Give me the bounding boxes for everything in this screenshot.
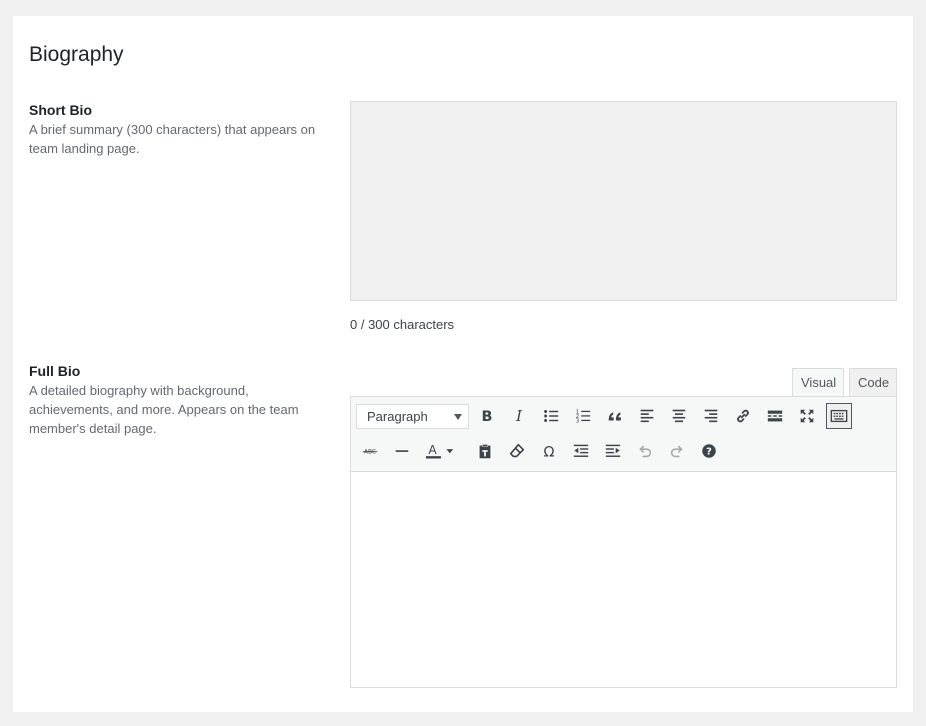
strikethrough-icon: ABC — [362, 450, 378, 456]
blockquote-button[interactable] — [602, 403, 628, 429]
align-center-icon — [672, 409, 686, 423]
svg-text:?: ? — [706, 447, 712, 458]
bold-icon: B — [482, 409, 493, 425]
full-bio-description: A detailed biography with background, ac… — [29, 383, 299, 436]
read-more-icon — [767, 410, 783, 422]
align-center-button[interactable] — [666, 403, 692, 429]
outdent-button[interactable] — [568, 438, 594, 464]
insert-link-button[interactable] — [730, 403, 756, 429]
align-left-icon — [640, 409, 654, 423]
align-right-icon — [704, 409, 718, 423]
numbered-list-button[interactable]: 1 2 3 — [570, 403, 596, 429]
clear-formatting-button[interactable] — [504, 438, 530, 464]
editor-toolbar: Paragraph B I 1 2 3 ABC A Ω ? — [351, 397, 896, 472]
horizontal-line-button[interactable] — [389, 438, 415, 464]
text-color-icon: A — [425, 443, 454, 459]
redo-button[interactable] — [664, 438, 690, 464]
strikethrough-button[interactable]: ABC — [357, 438, 383, 464]
svg-text:A: A — [428, 443, 437, 457]
svg-text:3: 3 — [576, 418, 579, 424]
format-select-value: Paragraph — [367, 409, 428, 424]
full-bio-content-area[interactable] — [351, 472, 896, 687]
bold-button[interactable]: B — [474, 403, 500, 429]
fullscreen-button[interactable] — [794, 403, 820, 429]
redo-icon — [670, 445, 683, 458]
toolbar-toggle-button[interactable] — [826, 403, 852, 429]
numbered-list-icon: 1 2 3 — [576, 409, 591, 424]
special-character-icon: Ω — [544, 444, 555, 460]
help-icon: ? — [702, 444, 716, 458]
fullscreen-icon — [800, 409, 814, 423]
undo-button[interactable] — [632, 438, 658, 464]
svg-text:ABC: ABC — [364, 450, 376, 456]
svg-text:Ω: Ω — [544, 444, 555, 460]
short-bio-textarea[interactable] — [350, 101, 897, 301]
help-button[interactable]: ? — [696, 438, 722, 464]
toolbar-toggle-icon — [830, 409, 848, 423]
italic-icon: I — [515, 407, 523, 425]
blockquote-icon — [608, 412, 621, 421]
undo-icon — [639, 445, 652, 458]
clear-formatting-icon — [509, 443, 525, 458]
read-more-button[interactable] — [762, 403, 788, 429]
biography-panel: Biography Short Bio A brief summary (300… — [13, 16, 913, 712]
tab-visual[interactable]: Visual — [792, 368, 844, 396]
indent-button[interactable] — [600, 438, 626, 464]
link-icon — [737, 409, 749, 423]
tab-code[interactable]: Code — [849, 368, 897, 396]
short-bio-description: A brief summary (300 characters) that ap… — [29, 122, 316, 156]
horizontal-line-icon — [395, 450, 409, 452]
outdent-icon — [573, 444, 589, 457]
bulleted-list-button[interactable] — [538, 403, 564, 429]
full-bio-label: Full Bio — [29, 363, 81, 379]
indent-icon — [605, 444, 621, 457]
paste-as-text-icon — [479, 444, 491, 459]
short-bio-character-counter: 0 / 300 characters — [350, 317, 455, 332]
short-bio-label: Short Bio — [29, 102, 92, 118]
full-bio-editor: Paragraph B I 1 2 3 ABC A Ω ? — [350, 396, 897, 688]
bulleted-list-icon — [544, 410, 559, 422]
paste-as-text-button[interactable] — [472, 438, 498, 464]
special-character-button[interactable]: Ω — [536, 438, 562, 464]
svg-text:I: I — [515, 407, 523, 425]
format-select[interactable]: Paragraph — [356, 404, 469, 429]
svg-text:B: B — [482, 409, 493, 425]
chevron-down-icon — [454, 414, 462, 420]
italic-button[interactable]: I — [506, 403, 532, 429]
section-title: Biography — [29, 43, 124, 66]
text-color-button[interactable]: A — [420, 438, 460, 464]
align-left-button[interactable] — [634, 403, 660, 429]
align-right-button[interactable] — [698, 403, 724, 429]
